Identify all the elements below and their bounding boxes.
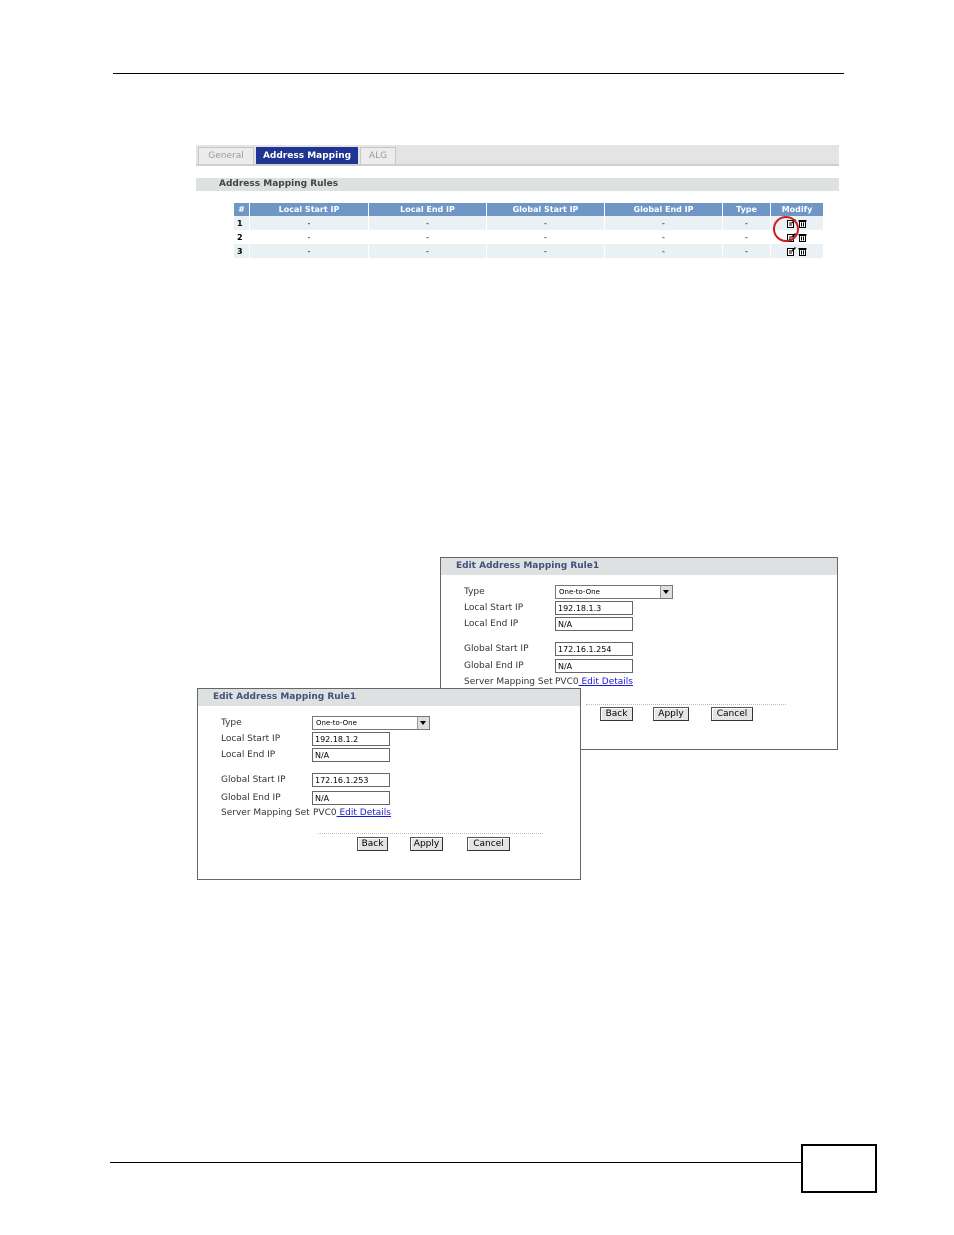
global-end-ip-label: Global End IP bbox=[464, 661, 524, 671]
row-number: 2 bbox=[234, 230, 250, 244]
cell-local-start-ip: - bbox=[249, 244, 369, 258]
local-end-ip-field[interactable] bbox=[312, 748, 390, 762]
panel-title: Edit Address Mapping Rule1 bbox=[213, 692, 357, 702]
tab-general[interactable]: General bbox=[198, 147, 254, 164]
tab-address-mapping[interactable]: Address Mapping bbox=[256, 147, 358, 164]
row-number: 1 bbox=[234, 216, 250, 230]
col-header-local-end-ip: Local End IP bbox=[368, 203, 487, 216]
edit-rule-panel-front: Edit Address Mapping Rule1 Type One-to-O… bbox=[197, 688, 581, 880]
address-mapping-rules-screen: General Address Mapping ALG Address Mapp… bbox=[196, 145, 839, 258]
type-label: Type bbox=[464, 587, 485, 597]
table-row: 2 - - - - - bbox=[234, 230, 824, 244]
divider bbox=[586, 704, 786, 705]
col-header-number: # bbox=[234, 203, 250, 216]
trash-icon[interactable] bbox=[798, 233, 807, 242]
back-button[interactable]: Back bbox=[600, 707, 633, 721]
table-row: 3 - - - - - bbox=[234, 244, 824, 258]
local-end-ip-field[interactable] bbox=[555, 617, 633, 631]
highlight-circle bbox=[773, 216, 799, 242]
tab-alg[interactable]: ALG bbox=[360, 147, 396, 164]
global-start-ip-field[interactable] bbox=[312, 773, 390, 787]
cell-local-start-ip: - bbox=[249, 216, 369, 230]
page-number-box bbox=[801, 1144, 877, 1193]
type-select[interactable]: One-to-One bbox=[312, 716, 430, 730]
col-header-modify: Modify bbox=[770, 203, 824, 216]
global-start-ip-field[interactable] bbox=[555, 642, 633, 656]
cell-global-end-ip: - bbox=[604, 216, 723, 230]
type-select-value: One-to-One bbox=[559, 588, 600, 596]
cell-global-end-ip: - bbox=[604, 230, 723, 244]
table-row: 1 - - - - - bbox=[234, 216, 824, 230]
server-mapping-set-name: PVC0 bbox=[555, 677, 579, 687]
divider bbox=[318, 833, 543, 834]
cell-type: - bbox=[722, 244, 771, 258]
edit-details-link[interactable]: Edit Details bbox=[579, 677, 633, 687]
section-header: Address Mapping Rules bbox=[196, 178, 839, 191]
edit-icon[interactable] bbox=[787, 246, 796, 256]
col-header-type: Type bbox=[722, 203, 771, 216]
global-end-ip-label: Global End IP bbox=[221, 793, 281, 803]
trash-icon[interactable] bbox=[798, 219, 807, 228]
panel-title: Edit Address Mapping Rule1 bbox=[456, 561, 600, 571]
col-header-global-end-ip: Global End IP bbox=[604, 203, 723, 216]
cell-global-start-ip: - bbox=[486, 230, 605, 244]
server-mapping-set-label: Server Mapping Set bbox=[221, 808, 310, 818]
local-end-ip-label: Local End IP bbox=[464, 619, 519, 629]
cancel-button[interactable]: Cancel bbox=[711, 707, 753, 721]
type-select-value: One-to-One bbox=[316, 719, 357, 727]
local-end-ip-label: Local End IP bbox=[221, 750, 276, 760]
footer-rule bbox=[110, 1162, 802, 1163]
section-title: Address Mapping Rules bbox=[219, 179, 339, 189]
cell-local-end-ip: - bbox=[368, 244, 487, 258]
global-start-ip-label: Global Start IP bbox=[221, 775, 286, 785]
cell-global-end-ip: - bbox=[604, 244, 723, 258]
cell-global-start-ip: - bbox=[486, 244, 605, 258]
server-mapping-set-label: Server Mapping Set bbox=[464, 677, 553, 687]
cell-type: - bbox=[722, 230, 771, 244]
trash-icon[interactable] bbox=[798, 247, 807, 256]
cancel-button[interactable]: Cancel bbox=[467, 837, 510, 851]
type-label: Type bbox=[221, 718, 242, 728]
cell-modify bbox=[770, 244, 824, 258]
table-header-row: # Local Start IP Local End IP Global Sta… bbox=[234, 203, 824, 216]
server-mapping-set-value: PVC0 Edit Details bbox=[555, 677, 633, 687]
local-start-ip-label: Local Start IP bbox=[221, 734, 281, 744]
cell-global-start-ip: - bbox=[486, 216, 605, 230]
server-mapping-set-name: PVC0 bbox=[313, 808, 337, 818]
type-select[interactable]: One-to-One bbox=[555, 585, 673, 599]
cell-type: - bbox=[722, 216, 771, 230]
server-mapping-set-value: PVC0 Edit Details bbox=[313, 808, 391, 818]
panel-header: Edit Address Mapping Rule1 bbox=[441, 558, 837, 575]
back-button[interactable]: Back bbox=[357, 837, 388, 851]
edit-details-link[interactable]: Edit Details bbox=[337, 808, 391, 818]
global-end-ip-field[interactable] bbox=[312, 791, 390, 805]
local-start-ip-field[interactable] bbox=[555, 601, 633, 615]
apply-button[interactable]: Apply bbox=[653, 707, 689, 721]
global-start-ip-label: Global Start IP bbox=[464, 644, 529, 654]
header-rule bbox=[113, 73, 844, 74]
rules-table: # Local Start IP Local End IP Global Sta… bbox=[234, 203, 824, 258]
chevron-down-icon[interactable] bbox=[660, 586, 672, 598]
panel-header: Edit Address Mapping Rule1 bbox=[198, 689, 580, 706]
cell-local-start-ip: - bbox=[249, 230, 369, 244]
tab-bar: General Address Mapping ALG bbox=[196, 145, 839, 166]
apply-button[interactable]: Apply bbox=[410, 837, 443, 851]
global-end-ip-field[interactable] bbox=[555, 659, 633, 673]
row-number: 3 bbox=[234, 244, 250, 258]
local-start-ip-label: Local Start IP bbox=[464, 603, 524, 613]
chevron-down-icon[interactable] bbox=[417, 717, 429, 729]
cell-local-end-ip: - bbox=[368, 216, 487, 230]
col-header-local-start-ip: Local Start IP bbox=[249, 203, 369, 216]
cell-local-end-ip: - bbox=[368, 230, 487, 244]
col-header-global-start-ip: Global Start IP bbox=[486, 203, 605, 216]
local-start-ip-field[interactable] bbox=[312, 732, 390, 746]
